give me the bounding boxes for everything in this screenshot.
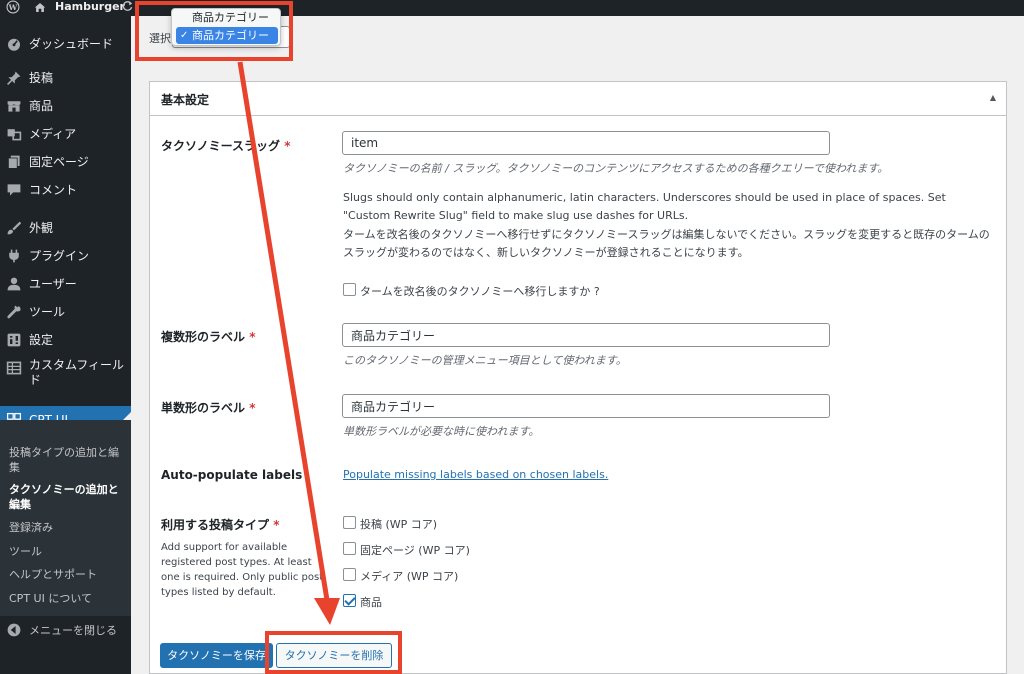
user-icon xyxy=(7,277,21,291)
submenu-item-about[interactable]: CPT UI について xyxy=(9,591,127,606)
slug-note-ja: タームを改名後のタクソノミーへ移行せずにタクソノミースラッグは編集しないでくださ… xyxy=(343,228,990,259)
sidebar-item-label: 投稿 xyxy=(29,70,54,85)
autopopulate-label: Auto-populate labels xyxy=(161,468,303,482)
plural-label-text: 複数形のラベル xyxy=(161,330,246,344)
required-mark: * xyxy=(273,518,280,532)
slug-note-en: Slugs should only contain alphanumeric, … xyxy=(343,191,946,222)
page-type-checkbox[interactable] xyxy=(343,542,356,555)
page-icon xyxy=(8,155,20,169)
media-icon xyxy=(7,129,22,141)
sidebar-item-label: 設定 xyxy=(29,332,54,347)
sidebar-item-label: プラグイン xyxy=(29,248,90,263)
sidebar-item-users[interactable]: ユーザー xyxy=(0,270,131,298)
collapse-menu-label: メニューを閉じる xyxy=(29,624,117,637)
sidebar-item-dashboard[interactable]: ダッシュボード xyxy=(0,30,131,58)
post-type-checkbox[interactable] xyxy=(343,516,356,529)
sidebar-item-label: 外観 xyxy=(29,220,54,235)
product-type-checkbox[interactable] xyxy=(343,594,356,607)
submenu-item-post-types[interactable]: 投稿タイプの追加と編集 xyxy=(9,445,127,475)
sidebar-item-label: 固定ページ xyxy=(29,154,89,169)
submenu-item-taxonomies[interactable]: タクソノミーの追加と編集 xyxy=(9,482,127,512)
product-type-label: 商品 xyxy=(360,596,382,609)
updates-icon[interactable] xyxy=(122,0,134,12)
sidebar-item-posts[interactable]: 投稿 xyxy=(0,64,131,92)
plural-label-input[interactable] xyxy=(342,323,830,347)
slug-input[interactable] xyxy=(342,131,830,155)
brush-icon xyxy=(7,221,22,235)
sidebar-item-settings[interactable]: 設定 xyxy=(0,326,131,354)
sidebar-item-plugins[interactable]: プラグイン xyxy=(0,242,131,270)
post-types-label: 利用する投稿タイプ * xyxy=(161,516,279,533)
sidebar-item-label: コメント xyxy=(29,182,78,197)
plugin-icon xyxy=(9,249,19,263)
sidebar-item-label: ツール xyxy=(29,304,66,319)
annotation-box-select xyxy=(135,1,293,61)
pin-icon xyxy=(7,71,21,85)
post-types-description: Add support for available registered pos… xyxy=(161,542,324,598)
collapse-menu-button[interactable]: メニューを閉じる xyxy=(0,616,131,644)
required-mark: * xyxy=(249,401,256,415)
annotation-box-delete xyxy=(265,631,402,674)
sidebar-item-label: カスタムフィールド xyxy=(29,358,125,387)
slug-label: タクソノミースラッグ * xyxy=(161,137,291,154)
submenu-item-registered[interactable]: 登録済み xyxy=(9,520,127,535)
wordpress-logo-icon[interactable]: W xyxy=(6,0,20,14)
plural-label: 複数形のラベル * xyxy=(161,328,255,345)
sidebar-item-label: ユーザー xyxy=(29,276,77,291)
wrench-icon xyxy=(7,305,21,319)
sidebar-item-label: 商品 xyxy=(29,98,54,113)
required-mark: * xyxy=(249,330,256,344)
collapse-arrow-icon[interactable]: ▲ xyxy=(990,93,996,102)
collapse-icon xyxy=(7,623,21,637)
store-icon xyxy=(7,101,21,112)
migrate-terms-label: タームを改名後のタクソノミーへ移行しますか ? xyxy=(360,285,600,298)
sidebar-item-custom-fields[interactable]: カスタムフィールド xyxy=(0,356,131,392)
submenu-item-help[interactable]: ヘルプとサポート xyxy=(9,567,127,582)
sidebar-item-label: メディア xyxy=(29,126,77,141)
table-icon xyxy=(6,361,22,375)
post-type-label: 投稿 (WP コア) xyxy=(360,518,438,531)
svg-text:W: W xyxy=(8,3,18,12)
save-taxonomy-button[interactable]: タクソノミーを保存 xyxy=(160,643,273,668)
panel-header[interactable]: 基本設定 ▲ xyxy=(150,82,1006,116)
plural-description: このタクソノミーの管理メニュー項目として使われます。 xyxy=(343,354,627,367)
panel-title: 基本設定 xyxy=(161,93,210,107)
site-name-link[interactable]: Hamburger xyxy=(55,0,125,13)
home-icon[interactable] xyxy=(33,1,47,14)
migrate-terms-checkbox[interactable] xyxy=(343,283,356,296)
sidebar-item-appearance[interactable]: 外観 xyxy=(0,214,131,242)
sidebar-item-label: ダッシュボード xyxy=(29,36,114,51)
slug-description: タクソノミーの名前 / スラッグ。タクソノミーのコンテンツにアクセスするための各… xyxy=(343,162,889,175)
media-type-checkbox[interactable] xyxy=(343,568,356,581)
settings-icon xyxy=(7,333,21,347)
singular-label-input[interactable] xyxy=(342,394,830,418)
sidebar-item-comments[interactable]: コメント xyxy=(0,176,131,204)
singular-label: 単数形のラベル * xyxy=(161,399,255,416)
dashboard-icon xyxy=(8,38,20,51)
post-types-label-text: 利用する投稿タイプ xyxy=(161,518,270,532)
sidebar-item-media[interactable]: メディア xyxy=(0,120,131,148)
required-mark: * xyxy=(284,139,291,153)
comment-icon xyxy=(7,184,21,196)
page-type-label: 固定ページ (WP コア) xyxy=(360,544,470,557)
media-type-label: メディア (WP コア) xyxy=(360,570,459,583)
singular-label-text: 単数形のラベル xyxy=(161,401,246,415)
populate-labels-link[interactable]: Populate missing labels based on chosen … xyxy=(343,468,608,481)
singular-description: 単数形ラベルが必要な時に使われます。 xyxy=(343,425,540,438)
sidebar-item-pages[interactable]: 固定ページ xyxy=(0,148,131,176)
slug-label-text: タクソノミースラッグ xyxy=(161,139,281,153)
sidebar-item-products[interactable]: 商品 xyxy=(0,92,131,120)
submenu-item-tools[interactable]: ツール xyxy=(9,544,127,559)
sidebar-item-tools[interactable]: ツール xyxy=(0,298,131,326)
